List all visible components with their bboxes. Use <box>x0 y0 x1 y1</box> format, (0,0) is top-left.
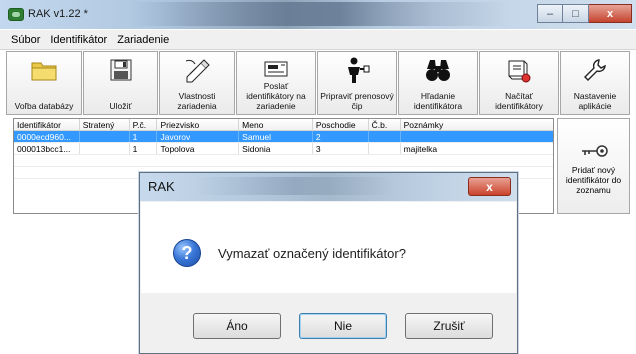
send-identifiers-label: Poslať identifikátory na zariadenie <box>246 81 306 111</box>
no-button[interactable]: Nie <box>299 313 387 339</box>
minimize-button[interactable]: – <box>537 4 563 23</box>
dialog-body: ? Vymazať označený identifikátor? <box>141 202 516 293</box>
device-properties-button[interactable]: Vlastnosti zariadenia <box>159 51 235 115</box>
prepare-chip-label: Pripraviť prenosový čip <box>320 91 394 111</box>
select-database-label: Voľba databázy <box>14 101 74 111</box>
column-header-priezvisko[interactable]: Priezvisko <box>157 119 240 130</box>
table-row[interactable]: 000013bcc1... 1 Topolova Sidonia 3 majit… <box>14 143 553 155</box>
send-identifiers-button[interactable]: Poslať identifikátory na zariadenie <box>236 51 316 115</box>
yes-button[interactable]: Áno <box>193 313 281 339</box>
dialog-message: Vymazať označený identifikátor? <box>218 246 406 261</box>
save-label: Uložiť <box>109 101 132 111</box>
table-header: Identifikátor Stratený P.č. Priezvisko M… <box>14 119 553 131</box>
column-header-identifikator[interactable]: Identifikátor <box>14 119 80 130</box>
close-button[interactable]: x <box>589 4 632 23</box>
person-chip-icon <box>342 56 372 84</box>
dialog-title-blur <box>195 177 395 195</box>
cell-priezvisko: Javorov <box>157 131 240 142</box>
search-identifier-button[interactable]: Hľadanie identifikátora <box>398 51 478 115</box>
table-row-empty <box>14 155 553 167</box>
folder-icon <box>29 56 59 84</box>
toolbar: Voľba databázy Uložiť Vlastnosti zariade… <box>6 51 630 117</box>
confirm-dialog: RAK x ? Vymazať označený identifikátor? … <box>139 172 518 354</box>
column-header-meno[interactable]: Meno <box>239 119 313 130</box>
menu-zariadenie[interactable]: Zariadenie <box>112 34 174 46</box>
load-identifiers-button[interactable]: Načítať identifikátory <box>479 51 559 115</box>
add-identifier-button[interactable]: Pridať nový identifikátor do zoznamu <box>557 118 630 214</box>
save-button[interactable]: Uložiť <box>83 51 158 115</box>
title-bar-blur <box>130 2 510 26</box>
cell-poznamky <box>401 131 553 142</box>
cell-cb <box>369 143 401 154</box>
book-load-icon <box>504 56 534 84</box>
key-add-icon <box>577 141 611 161</box>
cell-priezvisko: Topolova <box>157 143 240 154</box>
cell-poznamky: majitelka <box>403 144 438 154</box>
menu-bar: Súbor Identifikátor Zariadenie <box>0 30 636 50</box>
add-identifier-label: Pridať nový identifikátor do zoznamu <box>565 165 622 195</box>
app-settings-label: Nastavenie aplikácie <box>573 91 617 111</box>
dialog-title-bar: RAK x <box>140 173 517 201</box>
app-settings-button[interactable]: Nastavenie aplikácie <box>560 51 630 115</box>
cell-poschodie: 3 <box>313 143 369 154</box>
select-database-button[interactable]: Voľba databázy <box>6 51 82 115</box>
wrench-icon <box>580 56 610 84</box>
table-row[interactable]: 0000ecd960... 1 Javorov Samuel 2 <box>14 131 553 143</box>
cell-meno: Sidonia <box>239 143 313 154</box>
cell-pc: 1 <box>130 131 158 142</box>
column-header-poznamky[interactable]: Poznámky <box>401 119 553 130</box>
question-icon: ? <box>173 239 201 267</box>
device-properties-icon <box>182 56 212 84</box>
device-properties-label: Vlastnosti zariadenia <box>177 91 217 111</box>
prepare-chip-button[interactable]: Pripraviť prenosový čip <box>317 51 397 115</box>
app-icon <box>8 8 24 21</box>
cell-identifikator: 0000ecd960... <box>14 131 80 142</box>
dialog-title: RAK <box>148 179 175 194</box>
menu-subor[interactable]: Súbor <box>6 34 45 46</box>
load-identifiers-label: Načítať identifikátory <box>495 91 543 111</box>
maximize-button[interactable]: □ <box>563 4 589 23</box>
cell-cb <box>369 131 401 142</box>
column-header-pc[interactable]: P.č. <box>130 119 158 130</box>
title-bar: RAK v1.22 * – □ x <box>0 0 636 29</box>
save-icon <box>106 56 136 84</box>
cell-identifikator: 000013bcc1... <box>14 143 80 154</box>
cell-pc: 1 <box>130 143 158 154</box>
cell-poschodie: 2 <box>313 131 369 142</box>
search-identifier-label: Hľadanie identifikátora <box>413 91 463 111</box>
cancel-button[interactable]: Zrušiť <box>405 313 493 339</box>
cell-strateny <box>80 131 130 142</box>
column-header-strateny[interactable]: Stratený <box>80 119 130 130</box>
dialog-close-button[interactable]: x <box>468 177 511 196</box>
menu-identifikator[interactable]: Identifikátor <box>45 34 112 46</box>
send-device-icon <box>261 56 291 81</box>
binoculars-icon <box>423 56 453 84</box>
window-title: RAK v1.22 * <box>28 8 88 20</box>
window-controls: – □ x <box>537 4 632 23</box>
column-header-cb[interactable]: Č.b. <box>369 119 401 130</box>
cell-meno: Samuel <box>239 131 313 142</box>
column-header-poschodie[interactable]: Poschodie <box>313 119 369 130</box>
cell-strateny <box>80 143 130 154</box>
